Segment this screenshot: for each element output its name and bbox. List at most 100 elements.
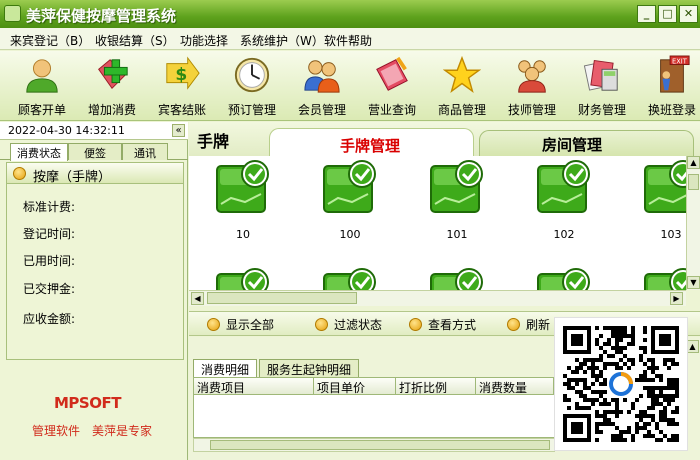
room-horizontal-scrollbar[interactable]: ◀ ▶ [189, 290, 686, 306]
left-tabs: 消费状态 便签 通讯 [0, 142, 188, 161]
room-tile[interactable]: 100 [322, 160, 382, 250]
window-title: 美萍保健按摩管理系统 [26, 7, 177, 25]
maximize-button[interactable]: □ [658, 5, 677, 23]
clock-icon [234, 57, 270, 93]
status-header: 按摩（手牌） [6, 162, 184, 185]
column-header[interactable]: 打折比例 [396, 378, 476, 395]
room-number: 102 [553, 228, 575, 241]
scroll-down-button[interactable]: ▼ [687, 276, 700, 289]
finance-button[interactable]: 财务管理 [570, 55, 634, 119]
business-query-button[interactable]: 营业查询 [360, 55, 424, 119]
members-icon [304, 60, 340, 93]
menu-help[interactable]: 软件帮助 [324, 32, 372, 49]
tab-consumption-detail[interactable]: 消费明细 [193, 359, 257, 377]
filter-status-button[interactable]: 过滤状态 [315, 316, 382, 333]
toolbar: 顾客开单 增加消费 $ 宾客结账 预订管理 会员管理 营业查询 商品管理 技师管… [0, 51, 700, 121]
customer-icon [26, 59, 58, 93]
product-button[interactable]: 商品管理 [430, 55, 494, 119]
main-tabs: 手牌 手牌管理 房间管理 [189, 122, 700, 156]
room-tile[interactable]: 101 [429, 160, 489, 250]
current-datetime: 2022-04-30 14:32:11 [0, 122, 188, 140]
room-available-icon [430, 268, 483, 290]
staff-icon [518, 60, 546, 93]
room-number: 100 [339, 228, 361, 241]
room-tile[interactable] [429, 268, 489, 290]
room-available-icon [323, 160, 376, 213]
query-icon [376, 56, 408, 91]
tab-handcard-management[interactable]: 手牌管理 [269, 128, 474, 156]
menu-system-maintenance[interactable]: 系统维护（W） [240, 32, 324, 49]
scroll-thumb[interactable] [688, 174, 699, 190]
scroll-thumb-horizontal[interactable] [207, 292, 357, 304]
room-tile[interactable]: 103 [643, 160, 686, 250]
tab-notes[interactable]: 便签 [68, 143, 122, 160]
view-icon [409, 318, 422, 331]
column-header[interactable]: 消费项目 [194, 378, 314, 395]
table-scroll-thumb[interactable] [210, 440, 550, 450]
tab-contacts[interactable]: 通讯 [122, 143, 168, 160]
qr-code [554, 317, 688, 451]
field-used-time: 已用时间: [23, 254, 76, 268]
left-panel: 2022-04-30 14:32:11 « 消费状态 便签 通讯 按摩（手牌） … [0, 122, 188, 460]
column-header[interactable]: 项目单价 [314, 378, 396, 395]
room-available-icon [216, 160, 269, 213]
room-available-icon [537, 268, 590, 290]
room-grid: 10 100 101 102 103 [189, 156, 686, 290]
add-consumption-button[interactable]: 增加消费 [80, 55, 144, 119]
detail-tabs: 消费明细 服务生起钟明细 [189, 359, 559, 377]
customer-open-button[interactable]: 顾客开单 [10, 55, 74, 119]
room-available-icon [644, 160, 686, 213]
tab-service-start-detail[interactable]: 服务生起钟明细 [259, 359, 359, 377]
show-all-button[interactable]: 显示全部 [207, 316, 274, 333]
member-button[interactable]: 会员管理 [290, 55, 354, 119]
menu-bar: 来宾登记（B） 收银结算（S） 功能选择 系统维护（W） 软件帮助 [0, 28, 700, 50]
app-window: 美萍保健按摩管理系统 _ □ ✕ 来宾登记（B） 收银结算（S） 功能选择 系统… [0, 0, 700, 460]
room-number: 103 [660, 228, 682, 241]
star-icon [443, 55, 481, 93]
refresh-button[interactable]: 刷新 [507, 316, 550, 333]
filter-icon [315, 318, 328, 331]
scroll-up-button[interactable]: ▲ [687, 156, 700, 169]
finance-icon [583, 59, 618, 91]
room-tile[interactable]: 102 [536, 160, 596, 250]
room-available-icon [537, 160, 590, 213]
exit-icon: EXIT [660, 55, 690, 93]
svg-text:$: $ [175, 65, 187, 85]
brand-logo: MPSOFT [54, 394, 121, 412]
room-tile[interactable] [322, 268, 382, 290]
room-available-icon [430, 160, 483, 213]
scroll-right-button[interactable]: ▶ [670, 292, 683, 305]
room-tile[interactable] [643, 268, 686, 290]
room-tile[interactable] [215, 268, 275, 290]
checkout-icon: $ [166, 56, 200, 90]
shift-login-button[interactable]: EXIT 换班登录 [640, 55, 700, 119]
consumption-table: 消费项目 项目单价 打折比例 消费数量 [193, 377, 555, 438]
field-amount-due: 应收金额: [23, 312, 76, 326]
technician-button[interactable]: 技师管理 [500, 55, 564, 119]
guest-checkout-button[interactable]: $ 宾客结账 [150, 55, 214, 119]
menu-functions[interactable]: 功能选择 [180, 32, 228, 49]
room-vertical-scrollbar[interactable]: ▲ ▼ [686, 156, 700, 290]
column-header[interactable]: 消费数量 [476, 378, 554, 395]
title-bar: 美萍保健按摩管理系统 _ □ ✕ [0, 0, 700, 28]
menu-checkout[interactable]: 收银结算（S） [95, 32, 175, 49]
collapse-panel-button[interactable]: « [172, 124, 185, 137]
qr-code-icon [563, 326, 679, 442]
slogan: 管理软件 美萍是专家 [32, 424, 153, 438]
table-horizontal-scrollbar[interactable] [193, 438, 555, 452]
field-register-time: 登记时间: [23, 227, 76, 241]
tab-room-management[interactable]: 房间管理 [479, 130, 694, 156]
room-number: 10 [236, 228, 250, 241]
room-tile[interactable] [536, 268, 596, 290]
scroll-left-button[interactable]: ◀ [191, 292, 204, 305]
room-available-icon [216, 268, 269, 290]
view-mode-button[interactable]: 查看方式 [409, 316, 476, 333]
minimize-button[interactable]: _ [637, 5, 656, 23]
add-consumption-icon [98, 59, 128, 90]
booking-button[interactable]: 预订管理 [220, 55, 284, 119]
room-tile[interactable]: 10 [215, 160, 275, 250]
status-bullet-icon [13, 167, 26, 180]
menu-guest-register[interactable]: 来宾登记（B） [10, 32, 90, 49]
close-button[interactable]: ✕ [679, 5, 698, 23]
tab-consumption-status[interactable]: 消费状态 [10, 143, 68, 161]
